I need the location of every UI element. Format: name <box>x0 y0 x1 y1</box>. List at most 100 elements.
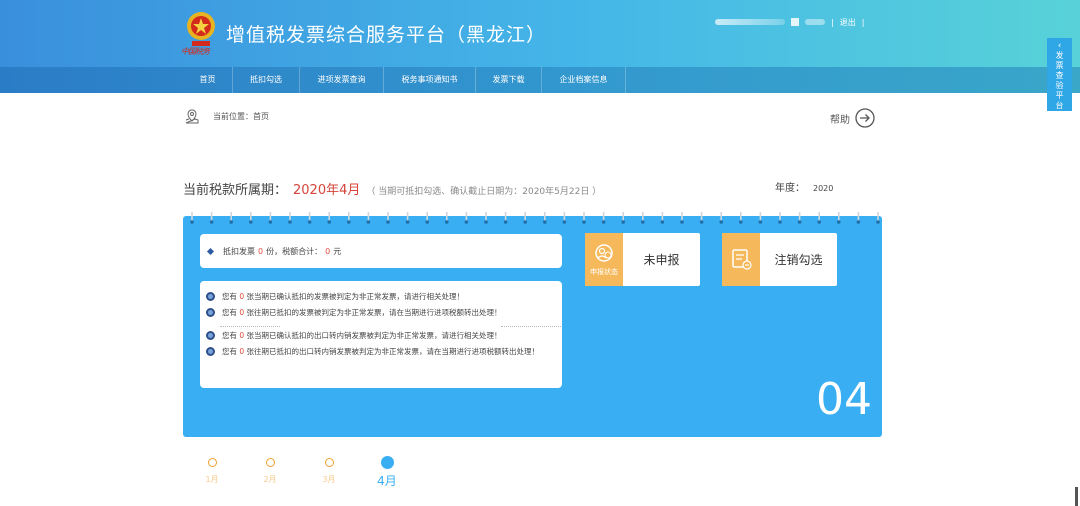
current-month-number: 04 <box>816 374 872 425</box>
scrollbar-thumb[interactable] <box>1075 487 1078 506</box>
alert-item: 您有 0 张往期已抵扣的出口转内销发票被判定为非正常发票，请在当期进行进项税额转… <box>206 346 556 357</box>
timeline-dot-active <box>380 456 394 469</box>
timeline-month-3[interactable]: 3月 <box>315 458 343 485</box>
binding-ring <box>680 212 684 224</box>
timeline-label: 1月 <box>205 475 219 484</box>
alert-bullet-icon <box>206 292 215 301</box>
tax-period-deadline-note: （ 当期可抵扣勾选、确认截止日期为：2020年5月22日 ） <box>366 187 602 197</box>
cancel-document-icon <box>732 249 752 270</box>
binding-ring <box>484 212 488 224</box>
tax-period: 当前税款所属期： 2020年4月 （ 当期可抵扣勾选、确认截止日期为：2020年… <box>183 179 601 198</box>
declare-status-card[interactable]: 申报状态 未申报 <box>585 233 700 286</box>
alert-item: 您有 0 张当期已确认抵扣的发票被判定为非正常发票，请进行相关处理！ <box>206 291 556 302</box>
nav-item-invoice-download[interactable]: 发票下载 <box>476 67 542 93</box>
alert-count[interactable]: 0 <box>239 292 244 301</box>
nav-item-tax-notice[interactable]: 税务事项通知书 <box>384 67 476 93</box>
binding-ring <box>229 212 233 224</box>
nav-item-input-invoice-query[interactable]: 进项发票查询 <box>300 67 384 93</box>
user-area: | 退出 | <box>715 17 864 27</box>
binding-ring <box>817 212 821 224</box>
binding-ring <box>699 212 704 224</box>
nav-item-home[interactable]: 首页 <box>183 67 233 93</box>
binding-ring <box>425 212 429 224</box>
invoice-verify-side-tab[interactable]: ‹ 发票查验平台 <box>1047 38 1072 111</box>
summary-mid: 份，税额合计： <box>266 246 323 256</box>
alert-prefix: 您有 <box>222 308 237 317</box>
cancel-selection-button[interactable]: 注销勾选 <box>722 233 837 286</box>
help-label: 帮助 <box>830 114 850 126</box>
timeline-dot <box>324 458 334 467</box>
summary-prefix: 抵扣发票 <box>223 246 255 256</box>
help-button[interactable]: 帮助 <box>830 108 875 128</box>
abnormal-invoice-alerts: 您有 0 张当期已确认抵扣的发票被判定为非正常发票，请进行相关处理！ 您有 0 … <box>200 281 562 388</box>
binding-ring <box>660 212 665 224</box>
separator: | <box>861 17 865 27</box>
binding-ring <box>739 212 743 224</box>
timeline-dot <box>207 458 217 467</box>
alert-prefix: 您有 <box>222 347 237 356</box>
alert-prefix: 您有 <box>222 331 237 340</box>
alert-text: 张往期已抵扣的发票被判定为非正常发票，请在当期进行进项税额转出处理！ <box>246 308 502 317</box>
binding-ring <box>837 212 841 224</box>
alert-bullet-icon <box>206 308 215 317</box>
header-bar: 中国税务 增值税发票综合服务平台（黑龙江） | 退出 | <box>0 0 1080 67</box>
tax-period-value: 2020年4月 <box>293 183 361 198</box>
timeline-month-2[interactable]: 2月 <box>256 458 284 485</box>
alert-count[interactable]: 0 <box>239 347 244 356</box>
timeline-month-1[interactable]: 1月 <box>198 458 226 485</box>
timeline-label: 2月 <box>263 475 277 484</box>
binding-ring <box>562 212 567 224</box>
alert-count[interactable]: 0 <box>239 331 244 340</box>
alert-item: 您有 0 张当期已确认抵扣的出口转内销发票被判定为非正常发票，请进行相关处理！ <box>206 330 556 341</box>
binding-ring <box>249 212 253 224</box>
binding-ring <box>876 212 880 224</box>
binding-ring <box>621 212 625 224</box>
binding-ring <box>778 212 782 224</box>
logout-link[interactable]: 退出 <box>840 17 856 28</box>
binding-ring <box>327 212 331 224</box>
year-label: 年度： <box>775 183 805 194</box>
tax-period-label: 当前税款所属期： <box>183 183 288 198</box>
side-tab-label: 发票查验平台 <box>1055 51 1064 110</box>
alert-item: 您有 0 张往期已抵扣的发票被判定为非正常发票，请在当期进行进项税额转出处理！ <box>206 307 556 318</box>
binding-ring <box>523 212 527 224</box>
separator: | <box>831 17 834 27</box>
deduction-summary-card: 抵扣发票 0 份，税额合计： 0 元 <box>200 234 562 268</box>
declare-status-label: 未申报 <box>643 253 680 267</box>
binding-ring <box>601 212 606 224</box>
binding-ring <box>288 212 292 224</box>
binding-ring <box>386 212 390 224</box>
declare-status-caption: 申报状态 <box>590 268 618 276</box>
binding-ring <box>268 212 273 224</box>
binding-ring <box>543 212 547 224</box>
chevron-left-icon: ‹ <box>1057 41 1062 51</box>
user-info-redacted <box>715 19 785 25</box>
timeline-dot <box>265 458 275 467</box>
alert-text: 张当期已确认抵扣的发票被判定为非正常发票，请进行相关处理！ <box>246 292 465 301</box>
declare-status-icon <box>595 244 613 262</box>
calendar-binding-rings <box>190 212 880 224</box>
alert-prefix: 您有 <box>222 292 237 301</box>
cancel-selection-label: 注销勾选 <box>774 253 823 267</box>
binding-ring <box>190 212 194 224</box>
location-icon <box>185 109 199 124</box>
binding-ring <box>641 212 645 224</box>
breadcrumb: 当前位置：首页 <box>213 112 269 121</box>
arrow-right-circle-icon <box>855 108 875 128</box>
timeline-label-active: 4月 <box>377 474 397 488</box>
page: 中国税务 增值税发票综合服务平台（黑龙江） | 退出 | 首页 抵扣勾选 进项发… <box>0 0 1080 506</box>
alert-bullet-icon <box>206 331 215 340</box>
timeline-month-4-active[interactable]: 4月 <box>372 456 402 489</box>
binding-ring <box>582 212 586 224</box>
nav-item-deduction-select[interactable]: 抵扣勾选 <box>233 67 300 93</box>
binding-ring <box>209 212 214 224</box>
binding-ring <box>445 212 449 224</box>
binding-ring <box>856 212 861 224</box>
alert-count[interactable]: 0 <box>239 308 244 317</box>
binding-ring <box>758 212 763 224</box>
year-value: 2020 <box>813 184 834 193</box>
year-selector[interactable]: 年度： 2020 <box>775 179 833 194</box>
binding-ring <box>797 212 802 224</box>
nav-item-company-profile[interactable]: 企业档案信息 <box>542 67 626 93</box>
site-title: 增值税发票综合服务平台（黑龙江） <box>226 24 547 46</box>
